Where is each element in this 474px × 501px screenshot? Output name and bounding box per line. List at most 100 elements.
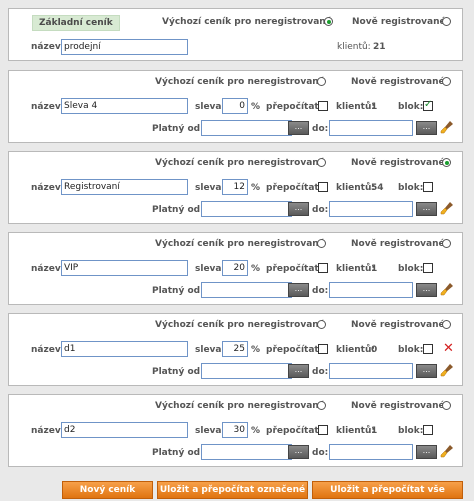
recalculate-label: přepočítat:: [266, 183, 323, 193]
percent-label: %: [251, 102, 261, 112]
name-label: název:: [31, 426, 65, 436]
discount-input[interactable]: 30: [222, 422, 248, 438]
recalculate-checkbox[interactable]: [318, 182, 328, 192]
valid-to-label: do:: [312, 205, 329, 215]
discount-input[interactable]: 25: [222, 341, 248, 357]
valid-from-input[interactable]: [201, 444, 292, 460]
delete-icon[interactable]: ✕: [443, 342, 454, 355]
valid-from-label: Platný od:: [152, 205, 204, 215]
clear-brush-icon[interactable]: [440, 282, 454, 296]
new-pricelist-button[interactable]: Nový ceník: [62, 481, 153, 499]
valid-from-calendar-button[interactable]: ...: [288, 202, 309, 216]
newly-registered-label: Nově registrované: [351, 401, 445, 411]
block-label: blok:: [398, 183, 424, 193]
name-label: název:: [31, 264, 65, 274]
pricelist-name-input[interactable]: VIP: [61, 260, 188, 276]
pricelist-panel: Výchozí ceník pro neregistrované Nově reg…: [8, 151, 463, 224]
recalculate-checkbox[interactable]: [318, 101, 328, 111]
default-unregistered-radio[interactable]: [324, 17, 333, 26]
discount-label: sleva:: [195, 264, 226, 274]
pricelist-name-input[interactable]: d1: [61, 341, 188, 357]
clear-brush-icon[interactable]: [440, 444, 454, 458]
valid-to-input[interactable]: [329, 282, 413, 298]
default-unregistered-radio[interactable]: [317, 77, 326, 86]
valid-to-input[interactable]: [329, 363, 413, 379]
recalculate-label: přepočítat:: [266, 264, 323, 274]
clients-count: 1: [371, 264, 378, 274]
recalculate-label: přepočítat:: [266, 426, 323, 436]
newly-registered-radio[interactable]: [442, 239, 451, 248]
discount-input[interactable]: 12: [222, 179, 248, 195]
base-name-input[interactable]: prodejní: [61, 39, 188, 55]
discount-label: sleva:: [195, 345, 226, 355]
block-checkbox[interactable]: [423, 99, 433, 111]
base-pricelist-badge: Základní ceník: [32, 15, 120, 31]
block-checkbox[interactable]: [423, 263, 433, 273]
valid-to-calendar-button[interactable]: ...: [416, 121, 437, 135]
valid-to-input[interactable]: [329, 201, 413, 217]
valid-to-input[interactable]: [329, 444, 413, 460]
valid-to-calendar-button[interactable]: ...: [416, 283, 437, 297]
valid-from-calendar-button[interactable]: ...: [288, 121, 309, 135]
newly-registered-radio[interactable]: [442, 17, 451, 26]
clients-count: 1: [371, 102, 378, 112]
recalculate-checkbox[interactable]: [318, 344, 328, 354]
percent-label: %: [251, 264, 261, 274]
valid-to-calendar-button[interactable]: ...: [416, 202, 437, 216]
discount-label: sleva:: [195, 102, 226, 112]
default-unregistered-label: Výchozí ceník pro neregistrované: [155, 320, 325, 330]
block-checkbox[interactable]: [423, 182, 433, 192]
block-checkbox[interactable]: [423, 425, 433, 435]
pricelist-panel: Výchozí ceník pro neregistrované Nově reg…: [8, 232, 463, 305]
pricelist-name-input[interactable]: d2: [61, 422, 188, 438]
pricelist-name-input[interactable]: Registrovaní: [61, 179, 188, 195]
default-unregistered-label: Výchozí ceník pro neregistrované: [155, 77, 325, 87]
discount-label: sleva:: [195, 183, 226, 193]
recalculate-label: přepočítat:: [266, 345, 323, 355]
valid-from-calendar-button[interactable]: ...: [288, 283, 309, 297]
discount-input[interactable]: 20: [222, 260, 248, 276]
discount-input[interactable]: 0: [222, 98, 248, 114]
valid-to-calendar-button[interactable]: ...: [416, 445, 437, 459]
save-recalculate-marked-button[interactable]: Uložit a přepočítat označené: [157, 481, 308, 499]
default-unregistered-radio[interactable]: [317, 401, 326, 410]
valid-from-input[interactable]: [201, 363, 292, 379]
valid-to-label: do:: [312, 448, 329, 458]
valid-from-label: Platný od:: [152, 448, 204, 458]
default-unregistered-radio[interactable]: [317, 158, 326, 167]
percent-label: %: [251, 183, 261, 193]
newly-registered-radio[interactable]: [442, 401, 451, 410]
clients-label: klientů:: [336, 426, 375, 436]
pricelist-name-input[interactable]: Sleva 4: [61, 98, 188, 114]
clients-label: klientů:: [336, 102, 375, 112]
valid-from-label: Platný od:: [152, 286, 204, 296]
valid-from-input[interactable]: [201, 120, 292, 136]
percent-label: %: [251, 426, 261, 436]
valid-to-label: do:: [312, 286, 329, 296]
valid-to-calendar-button[interactable]: ...: [416, 364, 437, 378]
valid-from-input[interactable]: [201, 282, 292, 298]
valid-from-input[interactable]: [201, 201, 292, 217]
name-label: název:: [31, 345, 65, 355]
name-label: název:: [31, 42, 65, 52]
default-unregistered-radio[interactable]: [317, 320, 326, 329]
block-label: blok:: [398, 264, 424, 274]
base-pricelist-panel: Základní ceník Výchozí ceník pro neregis…: [8, 8, 463, 61]
default-unregistered-radio[interactable]: [317, 239, 326, 248]
recalculate-label: přepočítat:: [266, 102, 323, 112]
valid-to-input[interactable]: [329, 120, 413, 136]
recalculate-checkbox[interactable]: [318, 263, 328, 273]
clear-brush-icon[interactable]: [440, 363, 454, 377]
newly-registered-radio[interactable]: [442, 158, 451, 167]
newly-registered-radio[interactable]: [442, 320, 451, 329]
newly-registered-radio[interactable]: [442, 77, 451, 86]
clients-count: 1: [371, 426, 378, 436]
clients-count: 0: [371, 345, 378, 355]
valid-from-calendar-button[interactable]: ...: [288, 445, 309, 459]
clear-brush-icon[interactable]: [440, 201, 454, 215]
valid-from-calendar-button[interactable]: ...: [288, 364, 309, 378]
clear-brush-icon[interactable]: [440, 120, 454, 134]
recalculate-checkbox[interactable]: [318, 425, 328, 435]
save-recalculate-all-button[interactable]: Uložit a přepočítat vše: [312, 481, 463, 499]
block-checkbox[interactable]: [423, 344, 433, 354]
